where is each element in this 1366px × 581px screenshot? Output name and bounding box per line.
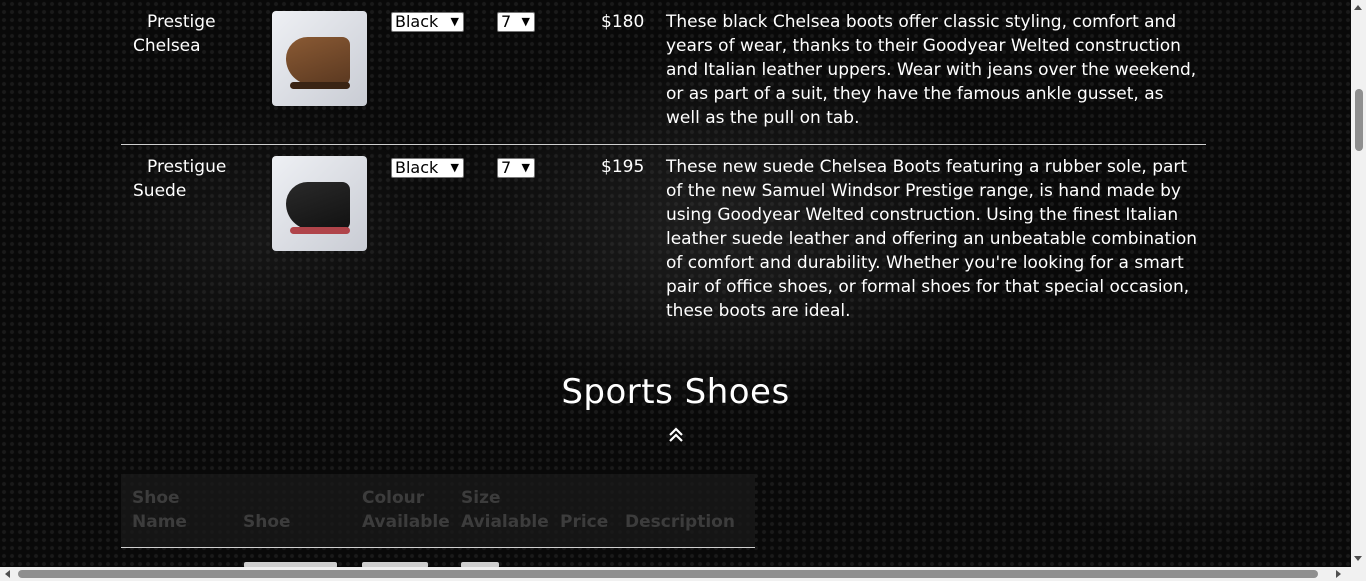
price: $195 [601, 157, 645, 177]
chevron-down-icon: ▼ [450, 15, 459, 28]
table-row: Prestige Chelsea Black ▼ 7 ▼ $180 These … [121, 0, 1206, 145]
chevron-down-icon: ▼ [521, 15, 530, 28]
sports-table-header: Shoe Name Shoe Colour Available Size Avi… [121, 474, 755, 548]
size-select[interactable]: 7 ▼ [497, 12, 535, 32]
size-select[interactable]: 7 ▼ [497, 158, 535, 178]
column-header: Price [560, 512, 609, 532]
scroll-left-icon[interactable] [5, 570, 10, 578]
shoe-image [272, 156, 367, 251]
vertical-scrollbar[interactable] [1351, 0, 1366, 567]
chevron-down-icon: ▼ [450, 161, 459, 174]
section-title: Sports Shoes [561, 372, 790, 412]
column-header: Size Avialable [461, 488, 549, 532]
colour-select-value: Black [395, 12, 439, 31]
scroll-right-icon[interactable] [1336, 570, 1341, 578]
scrollbar-thumb[interactable] [18, 570, 1318, 578]
description: These new suede Chelsea Boots featuring … [666, 157, 1198, 321]
horizontal-scrollbar[interactable] [0, 567, 1366, 581]
scrollbar-thumb[interactable] [1355, 89, 1363, 151]
table-row: Prestigue Suede Black ▼ 7 ▼ $195 These n… [121, 145, 1206, 335]
price: $180 [601, 12, 645, 32]
chevron-down-icon: ▼ [521, 161, 530, 174]
column-header: Shoe Name [132, 488, 187, 532]
size-select-value: 7 [501, 158, 512, 177]
size-select-value: 7 [501, 12, 512, 31]
scroll-up-icon[interactable] [1354, 5, 1362, 10]
shoe-name: Prestige Chelsea [133, 12, 216, 56]
description: These black Chelsea boots offer classic … [666, 12, 1197, 128]
column-header: Shoe [243, 512, 291, 532]
column-header: Colour Available [362, 488, 450, 532]
shoe-name: Prestigue Suede [133, 157, 227, 201]
double-chevron-up-icon[interactable] [667, 426, 685, 444]
colour-select-value: Black [395, 158, 439, 177]
colour-select[interactable]: Black ▼ [391, 12, 464, 32]
scroll-down-icon[interactable] [1354, 556, 1362, 561]
shoe-image [272, 11, 367, 106]
colour-select[interactable]: Black ▼ [391, 158, 464, 178]
column-header: Description [625, 512, 735, 532]
